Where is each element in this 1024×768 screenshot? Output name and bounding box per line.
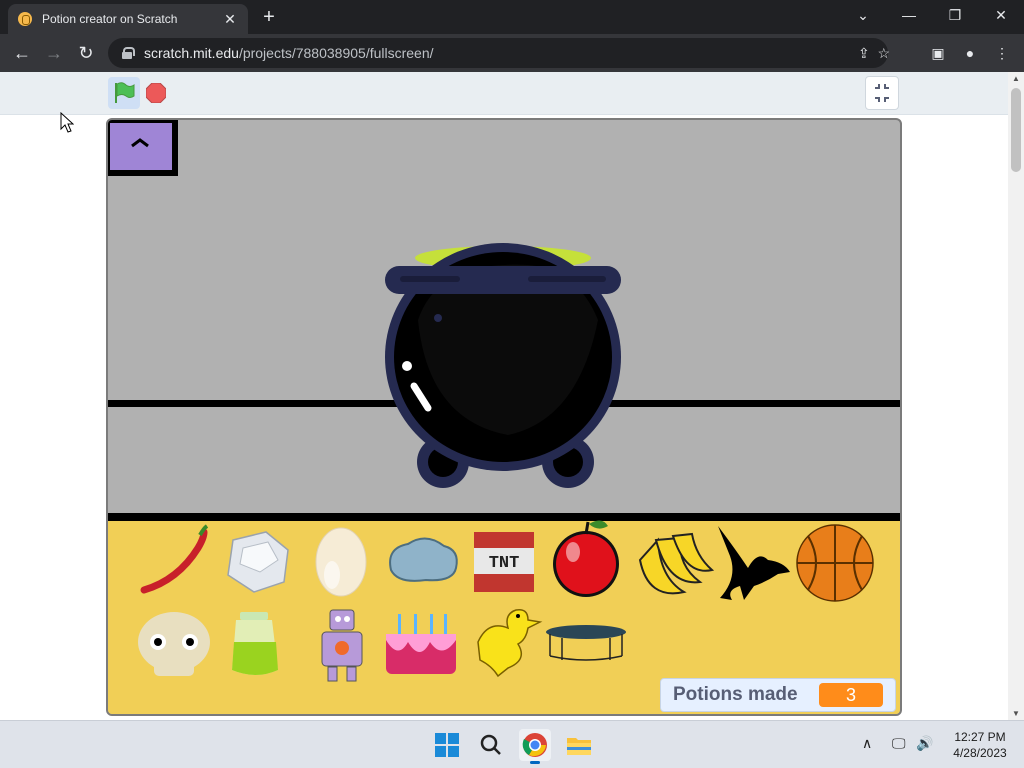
taskbar: ∧ 🖵 🔊 12:27 PM 4/28/2023: [0, 720, 1024, 768]
tray-chevron-icon[interactable]: ∧: [862, 735, 872, 752]
file-explorer-icon[interactable]: [563, 729, 595, 761]
window-close-icon[interactable]: ✕: [978, 0, 1024, 30]
lock-icon: [122, 47, 135, 59]
counter-value: 3: [819, 683, 883, 707]
page-scrollbar[interactable]: ▲ ▼: [1008, 72, 1024, 720]
stop-button[interactable]: [145, 82, 167, 104]
tab-title: Potion creator on Scratch: [42, 12, 178, 26]
minimize-icon[interactable]: —: [886, 0, 932, 30]
search-icon[interactable]: [475, 729, 507, 761]
reload-icon[interactable]: ↻: [74, 41, 98, 65]
side-panel-icon[interactable]: ▣: [928, 43, 948, 63]
scroll-thumb[interactable]: [1011, 88, 1021, 172]
profile-icon[interactable]: ●: [960, 43, 980, 63]
green-flag-icon: [115, 82, 135, 103]
ingredient-green-potion-jar[interactable]: [232, 612, 278, 675]
ingredient-basketball[interactable]: [796, 524, 874, 602]
restore-icon[interactable]: ❐: [932, 0, 978, 30]
svg-text:TNT: TNT: [489, 554, 520, 573]
potions-made-counter: Potions made 3: [660, 678, 896, 712]
new-tab-button[interactable]: +: [258, 7, 280, 29]
scroll-down-arrow-icon[interactable]: ▼: [1008, 709, 1024, 718]
tab-search-icon[interactable]: ⌄: [840, 0, 886, 30]
forward-arrow-icon[interactable]: →: [42, 41, 66, 65]
volume-icon[interactable]: 🔊: [916, 735, 933, 752]
counter-label: Potions made: [673, 684, 798, 705]
address-bar[interactable]: scratch.mit.edu/projects/788038905/fulls…: [108, 38, 890, 68]
chrome-icon[interactable]: [519, 729, 551, 764]
scratch-controls-bar: [0, 72, 1008, 115]
panel-divider: [108, 513, 900, 521]
back-arrow-icon[interactable]: ←: [10, 41, 34, 65]
url-text: scratch.mit.edu/projects/788038905/fulls…: [144, 45, 434, 61]
ingredient-egg[interactable]: [315, 527, 367, 597]
stop-sign-icon: [145, 82, 167, 104]
tab-close-icon[interactable]: ✕: [222, 11, 238, 27]
menu-kebab-icon[interactable]: ⋮: [992, 43, 1012, 63]
page-viewport: TNT Potions made 3: [0, 72, 1008, 720]
exit-fullscreen-button[interactable]: [865, 76, 899, 110]
scroll-up-arrow-icon[interactable]: ▲: [1008, 74, 1024, 83]
ingredient-tnt-block[interactable]: TNT: [474, 532, 534, 592]
bookmark-star-icon[interactable]: ☆: [877, 45, 890, 62]
network-icon[interactable]: 🖵: [892, 735, 906, 752]
windows-start-icon[interactable]: [431, 729, 463, 761]
stage-canvas: TNT: [108, 120, 900, 714]
scratch-favicon-icon: [18, 12, 32, 26]
tab-strip: Potion creator on Scratch ✕ + ⌄ — ❐ ✕: [0, 0, 1024, 34]
taskbar-clock[interactable]: 12:27 PM 4/28/2023: [948, 729, 1012, 761]
project-stage[interactable]: TNT Potions made 3: [106, 118, 902, 716]
exit-fullscreen-icon: [875, 84, 889, 102]
cauldron[interactable]: [385, 243, 621, 488]
clock-time: 12:27 PM: [954, 730, 1006, 744]
green-flag-button[interactable]: [108, 77, 140, 109]
browser-tab[interactable]: Potion creator on Scratch ✕: [8, 4, 248, 34]
share-icon[interactable]: ⇪: [858, 45, 870, 62]
collapse-toggle-button[interactable]: [108, 120, 178, 176]
browser-toolbar: ← → ↻ scratch.mit.edu/projects/788038905…: [0, 34, 1024, 72]
mouse-cursor-icon: [60, 112, 74, 133]
clock-date: 4/28/2023: [953, 746, 1007, 760]
